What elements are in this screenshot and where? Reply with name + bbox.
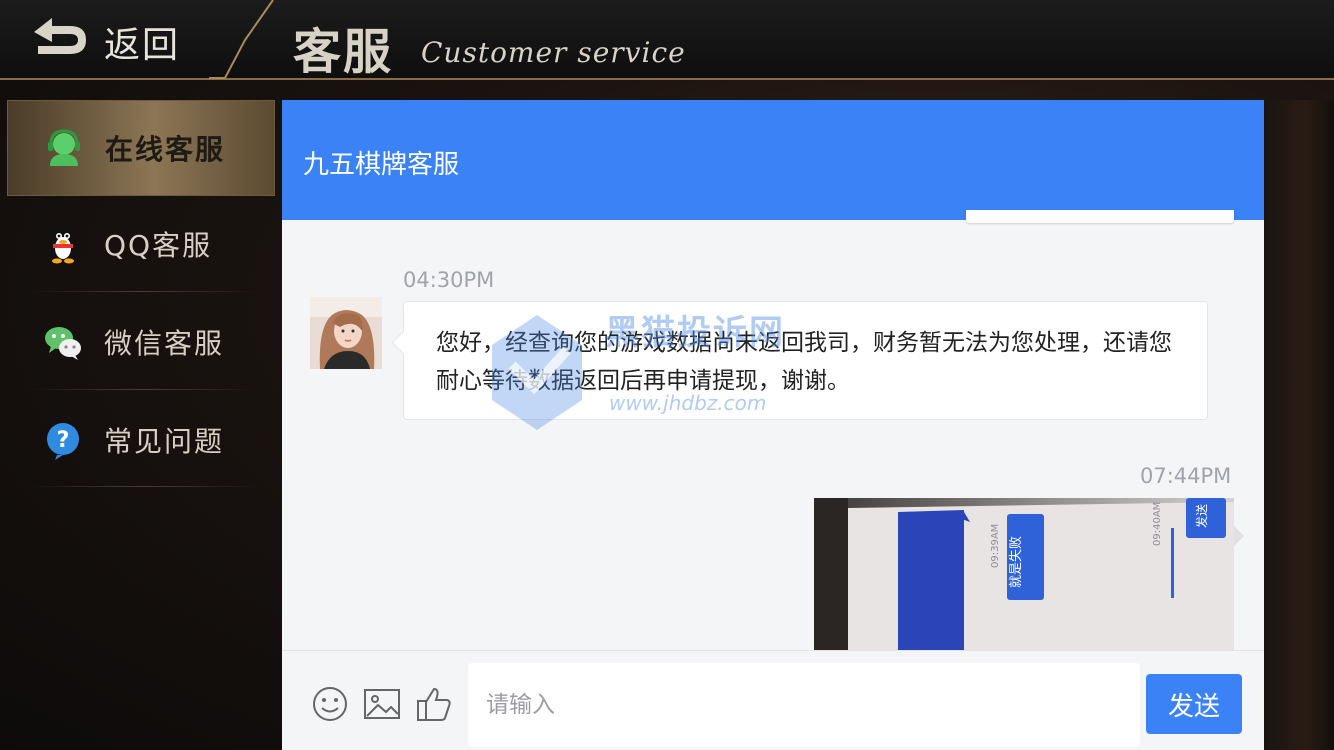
chat-title: 九五棋牌客服 (303, 150, 460, 180)
background-edge (1264, 100, 1334, 750)
sidebar-item-qq-service[interactable]: QQ客服 (7, 196, 275, 292)
page-title: 客服 (293, 24, 394, 80)
photo-bubble-caret (1234, 526, 1244, 546)
divider (28, 486, 258, 487)
divider (28, 389, 258, 390)
send-button[interactable]: 发送 (1146, 674, 1242, 734)
message-photo[interactable]: 就是失败 发送 09:39AM 09:40AM (814, 498, 1234, 658)
divider (28, 291, 258, 292)
emoji-icon[interactable] (311, 685, 349, 723)
sidebar-item-faq[interactable]: ? 常见问题 (7, 392, 275, 488)
message-timestamp: 04:30PM (403, 268, 495, 292)
image-icon[interactable] (363, 685, 401, 723)
message-timestamp: 07:44PM (1140, 464, 1232, 488)
photo-text: 发送 (1194, 504, 1209, 528)
photo-text: 09:39AM (990, 524, 1001, 568)
message-bubble: 您好，经查询您的游戏数据尚未返回我司，财务暂无法为您处理，还请您耐心等待数据返回… (403, 301, 1208, 420)
wechat-icon (45, 327, 81, 360)
sidebar-item-label: 微信客服 (104, 327, 225, 360)
sidebar-item-label: 在线客服 (105, 133, 226, 166)
headset-icon (48, 129, 80, 166)
input-bar: 发送 (282, 650, 1264, 750)
chat-panel: 九五棋牌客服 04:30PM 您好，经查询您的游戏数据尚未返回我司，财务暂无法为… (282, 100, 1264, 750)
chat-header: 九五棋牌客服 (282, 100, 1264, 220)
back-arrow-icon (34, 18, 86, 54)
top-bar: 返回 客服 Customer service (0, 0, 1334, 80)
message-input[interactable] (468, 663, 1140, 747)
sidebar-item-label: 常见问题 (104, 425, 225, 458)
question-icon: ? (47, 423, 79, 460)
sidebar: 在线客服 QQ客服 微信客服 ? 常见问题 (0, 100, 282, 750)
back-label: 返回 (104, 25, 181, 66)
header-divider (209, 0, 274, 79)
qq-penguin-icon (51, 228, 75, 264)
thumbs-up-icon[interactable] (415, 685, 453, 723)
sidebar-item-online-service[interactable]: 在线客服 (7, 100, 275, 196)
svg-text:?: ? (57, 428, 70, 453)
photo-text: 09:40AM (1152, 502, 1163, 546)
page-subtitle: Customer service (421, 36, 686, 69)
message-text: 您好，经查询您的游戏数据尚未返回我司，财务暂无法为您处理，还请您耐心等待数据返回… (436, 330, 1172, 394)
sidebar-item-label: QQ客服 (104, 229, 213, 262)
header-dropdown-tab[interactable] (966, 210, 1234, 223)
sidebar-item-wechat-service[interactable]: 微信客服 (7, 294, 275, 390)
photo-text: 就是失败 (1009, 536, 1024, 588)
agent-avatar (310, 297, 382, 369)
